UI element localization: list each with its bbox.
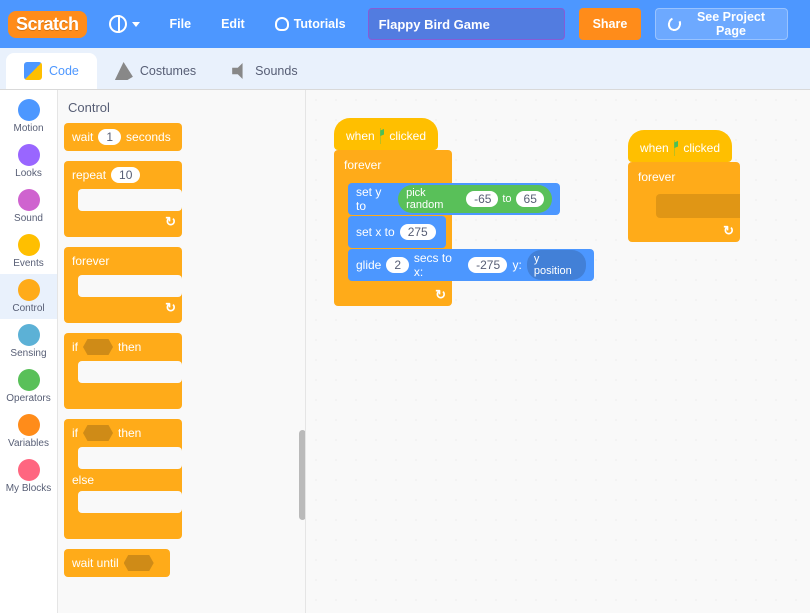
when-flag-clicked-block[interactable]: when clicked [334,118,438,150]
scripts-workspace[interactable]: when clicked forever set y to pick rando… [306,90,810,613]
glide-block[interactable]: glide 2 secs to x: -275 y: y position [348,249,594,281]
if-then-block[interactable]: if then [64,333,182,409]
see-project-page-label: See Project Page [687,10,775,38]
category-looks[interactable]: Looks [0,139,57,184]
wait-block[interactable]: wait 1 seconds [64,123,182,151]
category-events[interactable]: Events [0,229,57,274]
category-dot-icon [18,369,40,391]
category-label: My Blocks [6,483,52,494]
see-project-page-button[interactable]: See Project Page [655,8,788,40]
category-sensing[interactable]: Sensing [0,319,57,364]
tab-costumes[interactable]: Costumes [97,53,214,89]
wait-input[interactable]: 1 [98,129,121,145]
category-my-blocks[interactable]: My Blocks [0,454,57,499]
category-label: Motion [13,123,43,134]
category-dot-icon [18,144,40,166]
file-menu[interactable]: File [162,11,200,37]
forever-block[interactable]: forever [628,162,740,242]
category-motion[interactable]: Motion [0,94,57,139]
category-dot-icon [18,234,40,256]
tabs-row: Code Costumes Sounds [0,48,810,90]
palette-heading: Control [68,100,299,115]
tutorials-label: Tutorials [294,17,346,31]
category-sound[interactable]: Sound [0,184,57,229]
category-label: Control [12,303,44,314]
category-label: Looks [15,168,42,179]
top-menu-bar: Scratch File Edit Tutorials Share See Pr… [0,0,810,48]
tab-code[interactable]: Code [6,53,97,89]
random-high-input[interactable]: 65 [516,191,544,207]
pick-random-block[interactable]: pick random -65 to 65 [398,185,552,213]
loop-arrow-icon [162,304,176,316]
chevron-down-icon [132,22,140,27]
code-icon [24,62,42,80]
tab-sounds-label: Sounds [255,64,297,78]
repeat-block[interactable]: repeat 10 [64,161,182,237]
tab-sounds[interactable]: Sounds [214,53,315,89]
x-value-input[interactable]: 275 [400,224,436,240]
glide-x-input[interactable]: -275 [468,257,507,273]
script-stack[interactable]: when clicked forever set y to pick rando… [334,118,452,306]
category-label: Sensing [10,348,46,359]
hex-input[interactable] [83,339,113,355]
forever-block[interactable]: forever [64,247,182,323]
hex-input[interactable] [124,555,154,571]
forever-block[interactable]: forever set y to pick random -65 to 65 s… [334,150,452,306]
category-dot-icon [18,189,40,211]
lightbulb-icon [275,17,289,31]
category-dot-icon [18,459,40,481]
if-else-block[interactable]: if then else [64,419,182,539]
category-operators[interactable]: Operators [0,364,57,409]
tab-code-label: Code [49,64,79,78]
refresh-icon [666,15,683,32]
script-stack[interactable]: when clicked forever [628,130,740,242]
edit-menu[interactable]: Edit [213,11,253,37]
when-flag-clicked-block[interactable]: when clicked [628,130,732,162]
tutorials-button[interactable]: Tutorials [267,11,354,37]
loop-arrow-icon [162,218,176,230]
project-name-input[interactable] [368,8,565,40]
scratch-logo[interactable]: Scratch [8,11,87,38]
loop-arrow-icon [720,227,734,239]
loop-arrow-icon [432,291,446,303]
category-dot-icon [18,414,40,436]
tab-costumes-label: Costumes [140,64,196,78]
hex-input[interactable] [83,425,113,441]
category-label: Events [13,258,44,269]
category-label: Sound [14,213,43,224]
set-y-block[interactable]: set y to pick random -65 to 65 [348,183,560,215]
glide-secs-input[interactable]: 2 [386,257,409,273]
category-dot-icon [18,99,40,121]
green-flag-icon [380,128,385,144]
globe-icon [109,15,127,33]
category-label: Variables [8,438,49,449]
category-variables[interactable]: Variables [0,409,57,454]
sounds-icon [232,63,248,79]
palette-scrollbar[interactable] [299,430,306,520]
random-low-input[interactable]: -65 [466,191,498,207]
costumes-icon [115,62,133,80]
category-column: Motion Looks Sound Events Control Sensing Oper… [0,90,58,613]
green-flag-icon [674,140,679,156]
block-palette: Control wait 1 seconds repeat 10 forever [58,90,306,613]
category-dot-icon [18,324,40,346]
share-button[interactable]: Share [579,8,642,40]
set-x-block[interactable]: set x to 275 [348,216,446,248]
category-dot-icon [18,279,40,301]
repeat-input[interactable]: 10 [111,167,140,183]
wait-until-block[interactable]: wait until [64,549,170,577]
category-control[interactable]: Control [0,274,57,319]
y-position-reporter[interactable]: y position [527,250,586,280]
category-label: Operators [6,393,50,404]
language-menu[interactable] [101,9,148,39]
